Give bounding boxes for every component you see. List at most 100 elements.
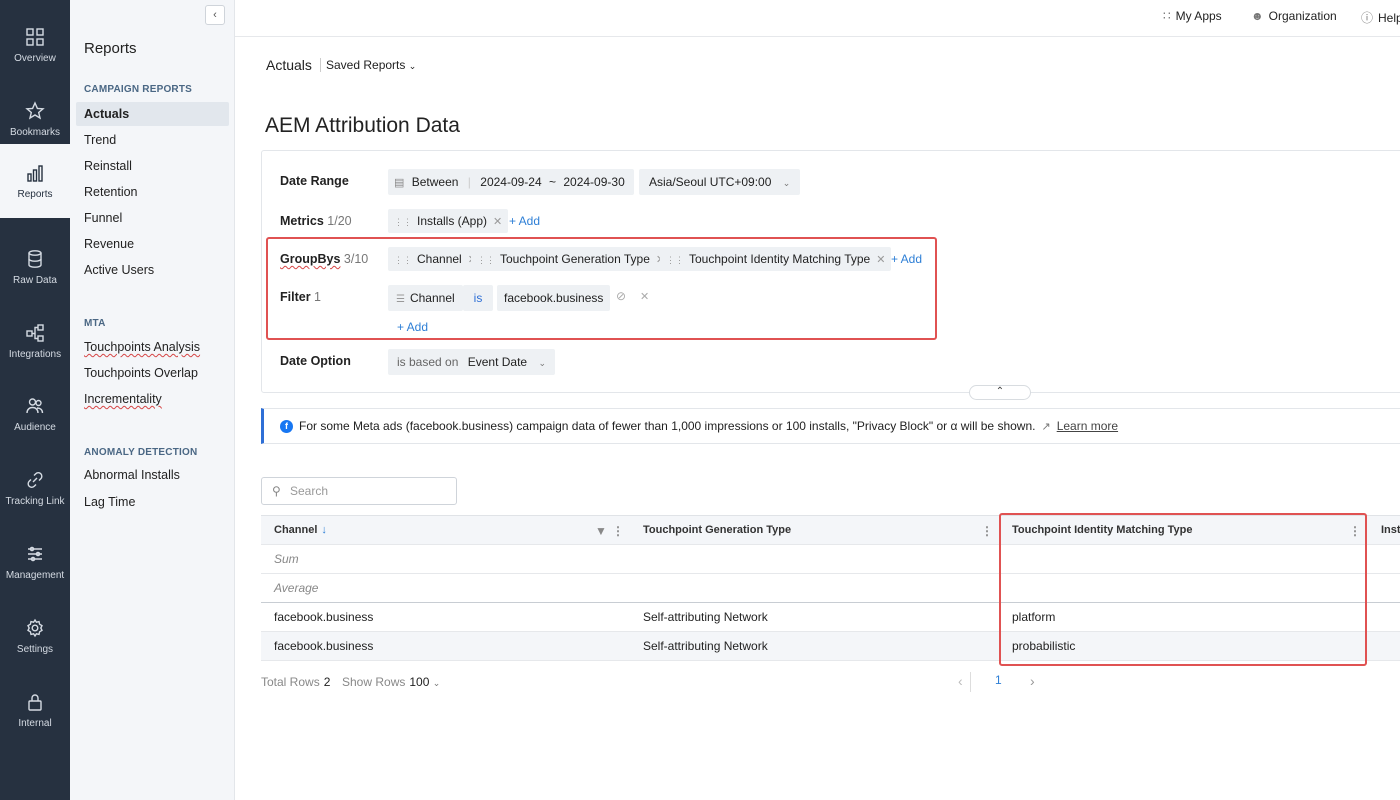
search-input[interactable]: ⚲ Search [261, 477, 457, 505]
nav-label: Integrations [8, 348, 62, 360]
nav-label: Overview [14, 52, 56, 64]
column-highlight [999, 513, 1367, 666]
organization-icon: ☻ [1251, 9, 1264, 23]
submenu-item-reinstall[interactable]: Reinstall [76, 154, 229, 178]
submenu-item-touchpoints-analysis[interactable]: Touchpoints Analysis [76, 335, 229, 359]
nav-tracking-link[interactable]: Tracking Link [0, 451, 70, 525]
add-metric-button[interactable]: + Add [509, 214, 540, 228]
submenu-item-actuals[interactable]: Actuals [76, 102, 229, 126]
date-range-picker[interactable]: ▤ Between | 2024-09-24 ~ 2024-09-30 [388, 169, 634, 195]
star-icon [25, 100, 45, 119]
main-nav-rail: Overview Bookmarks Reports Raw Data Inte… [0, 0, 70, 800]
groupby-chip-label: Channel [417, 252, 462, 266]
groupby-chip-channel[interactable]: ⋮⋮Channel✕ [388, 247, 483, 271]
cell-channel: facebook.business [274, 610, 374, 624]
apps-grid-icon: ∷ [1163, 9, 1171, 23]
filter-label: Filter 1 [280, 290, 321, 304]
nav-overview[interactable]: Overview [0, 8, 70, 82]
chevron-up-icon: ⌃ [995, 386, 1005, 397]
organization-label: Organization [1268, 9, 1337, 23]
remove-filter-icon[interactable]: ✕ [640, 290, 649, 303]
filter-operator-select[interactable]: is [463, 285, 493, 311]
nav-internal[interactable]: Internal [0, 673, 70, 747]
hide-eye-icon[interactable]: ⊘ [616, 289, 626, 303]
facebook-icon: f [280, 419, 293, 433]
next-page-button[interactable]: › [1030, 673, 1035, 689]
drag-handle-icon[interactable]: ⋮⋮ [394, 217, 412, 227]
metric-chip-installs[interactable]: ⋮⋮ Installs (App) ✕ [388, 209, 509, 233]
drag-handle-icon[interactable]: ⋮⋮ [394, 255, 412, 265]
nav-label: Internal [18, 717, 52, 729]
groupbys-label-text: GroupBys [280, 252, 341, 266]
submenu-item-active-users[interactable]: Active Users [76, 258, 229, 282]
submenu-item-lag-time[interactable]: Lag Time [76, 490, 229, 514]
show-rows-select[interactable]: Show Rows 100 ⌄ [342, 675, 440, 689]
grid-icon [26, 27, 44, 46]
prev-page-button[interactable]: ‹ [958, 673, 963, 689]
date-to: 2024-09-30 [563, 175, 625, 189]
submenu-item-abnormal-installs[interactable]: Abnormal Installs [76, 463, 229, 487]
timezone-select[interactable]: Asia/Seoul UTC+09:00 ⌄ [639, 169, 801, 195]
collapse-sidebar-button[interactable]: ‹ [205, 5, 225, 25]
cell-touchpoint-generation-type: Self-attributing Network [643, 639, 768, 653]
add-groupby-button[interactable]: + Add [891, 252, 922, 266]
filter-label-text: Filter [280, 290, 311, 304]
submenu-item-funnel[interactable]: Funnel [76, 206, 229, 230]
column-menu-icon[interactable]: ⋮ [612, 524, 624, 538]
external-link-icon: ↗ [1041, 420, 1051, 433]
nav-label: Raw Data [13, 274, 57, 286]
learn-more-link[interactable]: Learn more [1057, 419, 1118, 433]
sliders-icon [28, 546, 42, 561]
date-from: 2024-09-24 [480, 175, 542, 189]
groupby-chip-touchpoint-generation-type[interactable]: ⋮⋮Touchpoint Generation Type✕ [471, 247, 672, 271]
chevron-down-icon: ⌄ [538, 358, 546, 368]
submenu-item-label: Incrementality [84, 392, 162, 406]
filter-field-select[interactable]: ☰ Channel [388, 285, 463, 311]
remove-icon[interactable]: ✕ [876, 254, 885, 266]
chevron-left-icon: ‹ [213, 9, 217, 21]
col-header-label: Channel [274, 524, 318, 536]
column-menu-icon[interactable]: ⋮ [981, 524, 993, 538]
breadcrumb-actuals: Actuals [266, 57, 312, 73]
submenu-item-touchpoints-overlap[interactable]: Touchpoints Overlap [76, 361, 229, 385]
submenu-item-trend[interactable]: Trend [76, 128, 229, 152]
nav-audience[interactable]: Audience [0, 377, 70, 451]
nav-integrations[interactable]: Integrations [0, 304, 70, 378]
submenu-item-revenue[interactable]: Revenue [76, 232, 229, 256]
sort-down-icon[interactable]: ↓ [321, 524, 327, 536]
remove-icon[interactable]: ✕ [493, 216, 502, 228]
top-bar: ∷ My Apps ☻ Organization ⓘ Help [235, 0, 1400, 37]
page-number-1[interactable]: 1 [995, 673, 1002, 687]
nav-settings[interactable]: Settings [0, 599, 70, 673]
date-option-select[interactable]: is based on Event Date ⌄ [388, 349, 555, 375]
drag-handle-icon[interactable]: ⋮⋮ [477, 255, 495, 265]
cell-channel: facebook.business [274, 639, 374, 653]
col-header-touchpoint-generation-type[interactable]: Touchpoint Generation Type [630, 516, 999, 544]
submenu-item-incrementality[interactable]: Incrementality [76, 387, 229, 411]
organization-link[interactable]: ☻ Organization [1251, 9, 1337, 23]
gear-icon [27, 618, 43, 637]
groupby-chip-touchpoint-identity-matching-type[interactable]: ⋮⋮ Touchpoint Identity Matching Type ✕ [660, 247, 892, 271]
section-heading-mta: MTA [84, 318, 106, 329]
col-header-channel[interactable]: Channel ↓ [261, 516, 630, 544]
my-apps-link[interactable]: ∷ My Apps [1163, 9, 1222, 23]
submenu-item-retention[interactable]: Retention [76, 180, 229, 204]
filter-field-value: Channel [409, 291, 455, 305]
col-header-installs[interactable]: Insta [1368, 516, 1400, 544]
collapse-panel-button[interactable]: ⌃ [969, 385, 1031, 400]
nav-raw-data[interactable]: Raw Data [0, 230, 70, 304]
filter-funnel-icon[interactable]: ▼ [595, 524, 607, 538]
filter-value-input[interactable]: facebook.business [497, 285, 611, 311]
nav-reports[interactable]: Reports [0, 144, 70, 218]
chevron-down-icon: ⌄ [782, 178, 791, 188]
average-label: Average [274, 581, 319, 595]
saved-reports-dropdown[interactable]: Saved Reports ⌄ [326, 58, 416, 72]
drag-handle-icon[interactable]: ⋮⋮ [666, 255, 684, 265]
section-heading-anomaly-detection: ANOMALY DETECTION [84, 447, 198, 458]
help-link[interactable]: ⓘ Help [1361, 9, 1400, 26]
add-filter-button[interactable]: + Add [397, 320, 428, 334]
date-sep: ~ [549, 175, 557, 189]
nav-management[interactable]: Management [0, 525, 70, 599]
chevron-down-icon: ⌄ [408, 61, 417, 71]
show-rows-value: 100 [409, 675, 430, 689]
